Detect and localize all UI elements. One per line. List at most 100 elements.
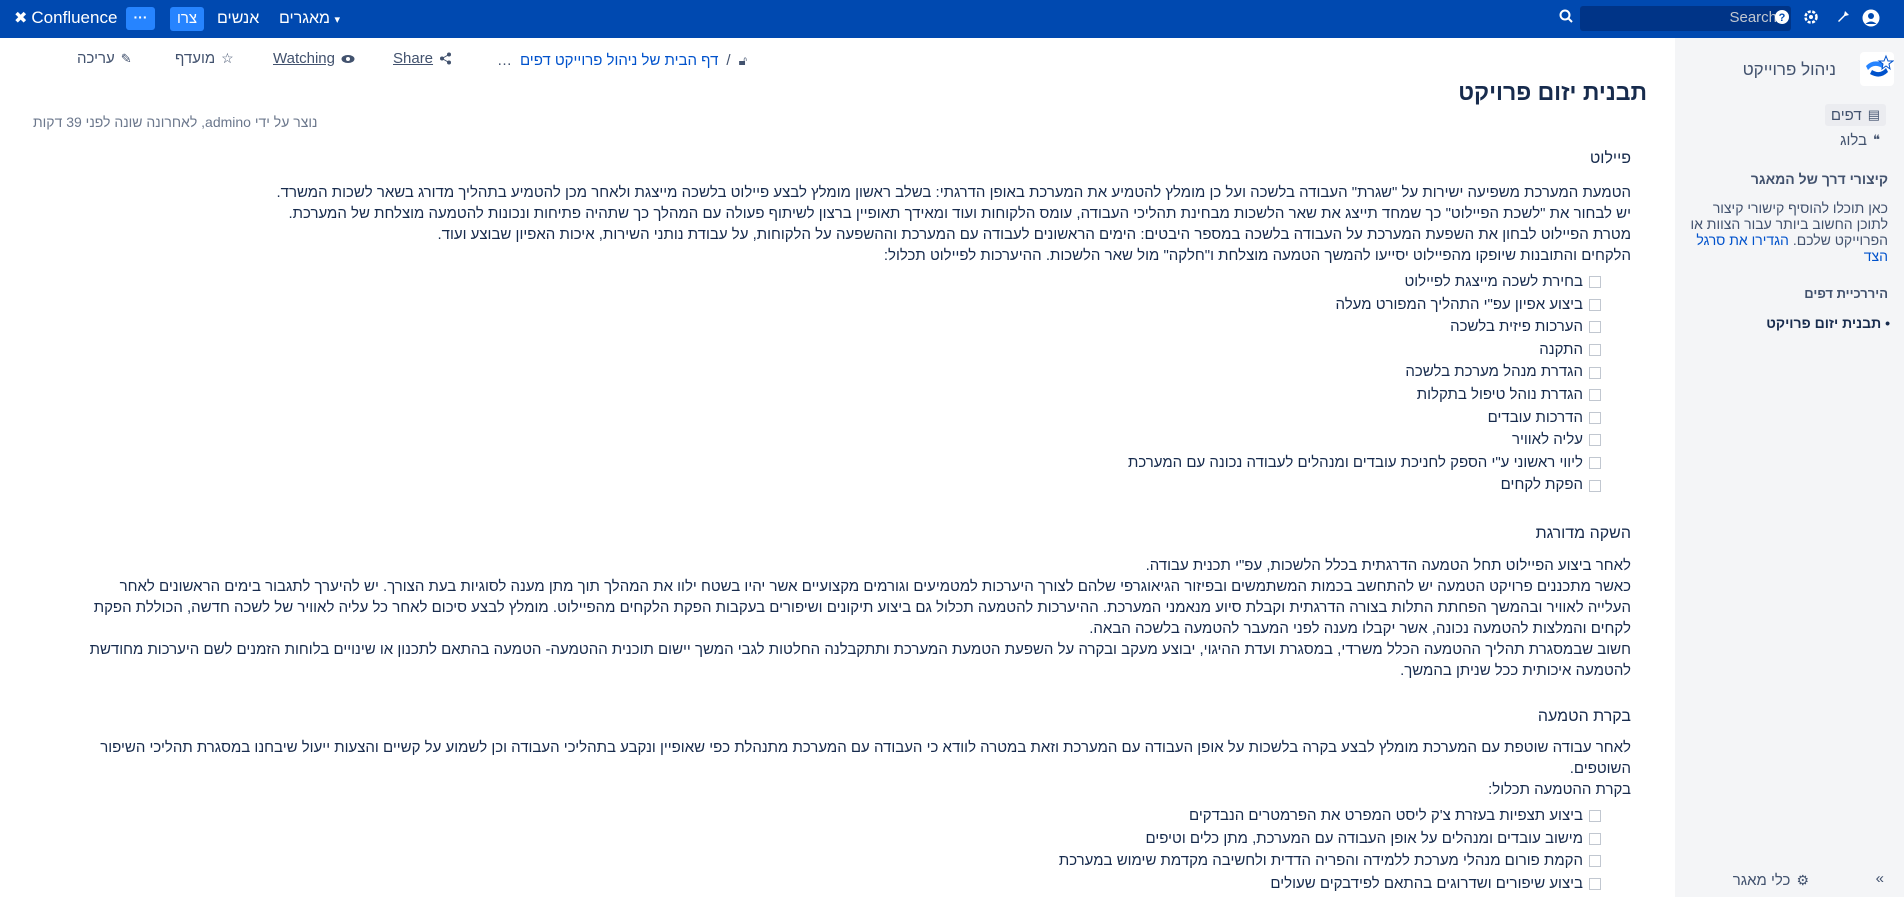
shortcuts-heading: קיצורי דרך של המאגר (1750, 171, 1888, 187)
search-icon[interactable] (1557, 9, 1575, 27)
page-tree-item-label: תבנית יזום פרויקט (1766, 315, 1882, 331)
blog-icon: ❝ (1873, 132, 1880, 147)
pilot-paragraph-line: הלקחים והתובנות שיופקו מהפיילוט יסייעו ל… (883, 247, 1631, 264)
confluence-logo[interactable]: ✖ Confluence (14, 8, 117, 28)
space-name[interactable]: ניהול פרוייקט (1743, 60, 1836, 80)
collapse-sidebar-icon[interactable]: « (1876, 870, 1884, 887)
task-item: בחירת לשכה מייצגת לפיילוט (1128, 271, 1601, 294)
favorite-label: מועדף (175, 50, 216, 67)
task-checkbox[interactable] (1589, 276, 1601, 289)
help-icon[interactable]: ? (1773, 9, 1791, 27)
control-paragraph-line: בקרת ההטמעה תכלול: (1488, 781, 1631, 798)
task-text: עליה לאוויר (1511, 431, 1583, 449)
pilot-heading: פיילוט (1589, 150, 1631, 167)
rollout-paragraph-line: לקחים והמלצות להטמעה נכונה, אשר יקבלו מע… (1089, 620, 1631, 637)
sidebar-item-blog[interactable]: ❝ בלוג (1834, 129, 1886, 151)
task-item: הקמת פורום מנהלי מערכת ללמידה והפריה הדד… (1059, 850, 1601, 873)
settings-gear-icon[interactable] (1802, 9, 1820, 27)
space-logo[interactable] (1860, 52, 1895, 86)
confluence-logo-icon: ✖ (14, 10, 28, 27)
breadcrumb-more-icon[interactable]: … (497, 52, 512, 69)
task-text: ביצוע תצפיות בעזרת צ'ק ליסט המפרט את הפר… (1189, 807, 1583, 824)
task-item: ביצוע אפיון עפ"י התהליך המפורט מעלה (1128, 294, 1601, 317)
shortcuts-description: כאן תוכלו להוסיף קישורי קיצור לתוכן החשו… (1688, 200, 1888, 264)
gear-icon: ⚙ (1796, 872, 1809, 888)
eye-icon (341, 54, 355, 63)
create-button[interactable]: צרו (170, 7, 204, 31)
pilot-paragraph-line: יש לבחור את "לשכת הפיילוט" כך שמחד תייצג… (288, 205, 1631, 222)
rollout-paragraph-line: להטמעה איכותית ככל שניתן בהמשך. (1400, 662, 1631, 679)
notifications-icon[interactable] (1834, 9, 1852, 27)
task-checkbox[interactable] (1589, 344, 1601, 357)
task-checkbox[interactable] (1589, 855, 1601, 868)
breadcrumb-home-link[interactable]: דף הבית של ניהול פרוייקט דפים (520, 52, 718, 69)
page-metadata: נוצר על ידי admino, לאחרונה שונה לפני 39… (33, 114, 318, 130)
task-text: מישוב עובדים ומנהלים על אופן העבודה עם ה… (1145, 829, 1583, 847)
page-tree-heading: היררכיית דפים (1804, 286, 1888, 301)
task-checkbox[interactable] (1589, 479, 1601, 492)
rollout-paragraph-line: העלייה לאוויר ובהמשך הפחתת התלות בצורה ה… (93, 599, 1631, 616)
page-title: תבנית יזום פרויקט (1458, 79, 1647, 105)
restrictions-lock-icon[interactable]: 🔓︎ (739, 53, 747, 69)
task-text: הגדרת מנהל מערכת בלשכה (1405, 363, 1583, 381)
more-apps-button[interactable]: ··· (126, 7, 155, 30)
chevron-down-icon: ▾ (334, 14, 341, 26)
task-item: ליווי ראשוני ע"י הספק לחניכת עובדים ומנה… (1128, 452, 1601, 475)
search-input[interactable]: Search (1580, 6, 1791, 31)
svg-text:?: ? (1779, 12, 1786, 24)
confluence-logo-text: Confluence (31, 8, 118, 27)
share-button[interactable]: Share (393, 50, 452, 67)
space-sidebar: ניהול פרוייקט ▤ דפים ❝ בלוג קיצורי דרך ש… (1675, 38, 1904, 897)
task-item: הגדרת נוהל טיפול בתקלות (1128, 384, 1601, 407)
task-item: ביצוע תצפיות בעזרת צ'ק ליסט המפרט את הפר… (1059, 805, 1601, 828)
task-checkbox[interactable] (1589, 457, 1601, 470)
task-text: הפקת לקחים (1500, 476, 1583, 494)
task-checkbox[interactable] (1589, 434, 1601, 447)
search-placeholder: Search (1729, 9, 1777, 26)
sidebar-pages-label: דפים (1830, 106, 1862, 124)
breadcrumb-separator: / (726, 52, 731, 69)
rollout-paragraph-line: חשוב שבמסגרת תהליך ההטמעה הכלל משרדי, במ… (89, 641, 1631, 658)
task-text: ביצוע אפיון עפ"י התהליך המפורט מעלה (1335, 295, 1584, 313)
rollout-heading: השקה מדורגת (1535, 525, 1631, 542)
sidebar-blog-label: בלוג (1840, 131, 1867, 149)
star-icon: ☆ (221, 50, 234, 66)
control-paragraph-line: לאחר עבודה שוטפת עם המערכת מומלץ לבצע בק… (100, 739, 1631, 756)
task-checkbox[interactable] (1589, 389, 1601, 402)
page-tree-item[interactable]: • תבנית יזום פרויקט (1766, 315, 1890, 331)
task-checkbox[interactable] (1589, 298, 1601, 311)
rollout-paragraph-line: לאחר ביצוע הפיילוט תחל הטמעה הדרגתית בכל… (1145, 557, 1631, 574)
task-text: התקנה (1539, 340, 1583, 358)
task-checkbox[interactable] (1589, 810, 1601, 823)
task-text: ליווי ראשוני ע"י הספק לחניכת עובדים ומנה… (1127, 453, 1583, 471)
people-link[interactable]: אנשים (217, 10, 259, 28)
space-tools-label: כלי מאגר (1732, 872, 1791, 889)
favorite-button[interactable]: ☆ מועדף (175, 50, 234, 67)
task-checkbox[interactable] (1589, 878, 1601, 891)
pilot-task-list: בחירת לשכה מייצגת לפיילוט ביצוע אפיון עפ… (1128, 271, 1601, 497)
task-checkbox[interactable] (1589, 366, 1601, 379)
edit-button[interactable]: עריכה ✎ (77, 50, 132, 67)
pilot-paragraph-line: הטמעת המערכת משפיעה ישירות על "שגרת" העב… (276, 184, 1632, 201)
edit-label: עריכה (77, 50, 115, 67)
share-label: Share (393, 50, 434, 67)
task-text: ביצוע שיפורים ושדרוגים בהתאם לפידבקים שע… (1270, 874, 1583, 892)
task-text: הגדרת נוהל טיפול בתקלות (1416, 385, 1583, 403)
spaces-menu[interactable]: מאגרים ▾ (279, 10, 340, 28)
task-checkbox[interactable] (1589, 832, 1601, 845)
sidebar-item-pages[interactable]: ▤ דפים (1824, 104, 1886, 126)
watching-button[interactable]: Watching (273, 50, 355, 67)
user-avatar[interactable] (1862, 9, 1880, 27)
task-checkbox[interactable] (1589, 411, 1601, 424)
spaces-label: מאגרים (279, 10, 331, 27)
control-task-list: ביצוע תצפיות בעזרת צ'ק ליסט המפרט את הפר… (1059, 805, 1601, 895)
pages-icon: ▤ (1867, 107, 1880, 122)
task-checkbox[interactable] (1589, 321, 1601, 334)
space-tools-button[interactable]: ⚙ כלי מאגר (1733, 872, 1809, 889)
rollout-paragraph-line: כאשר מתכננים פרויקט הטמעה יש להתחשב בכמו… (119, 578, 1631, 595)
pencil-icon: ✎ (120, 50, 132, 66)
task-text: הקמת פורום מנהלי מערכת ללמידה והפריה הדד… (1058, 852, 1583, 870)
share-icon (440, 52, 452, 65)
task-item: ביצוע שיפורים ושדרוגים בהתאם לפידבקים שע… (1059, 873, 1601, 896)
breadcrumb: 🔓︎ / דף הבית של ניהול פרוייקט דפים … (497, 52, 747, 69)
